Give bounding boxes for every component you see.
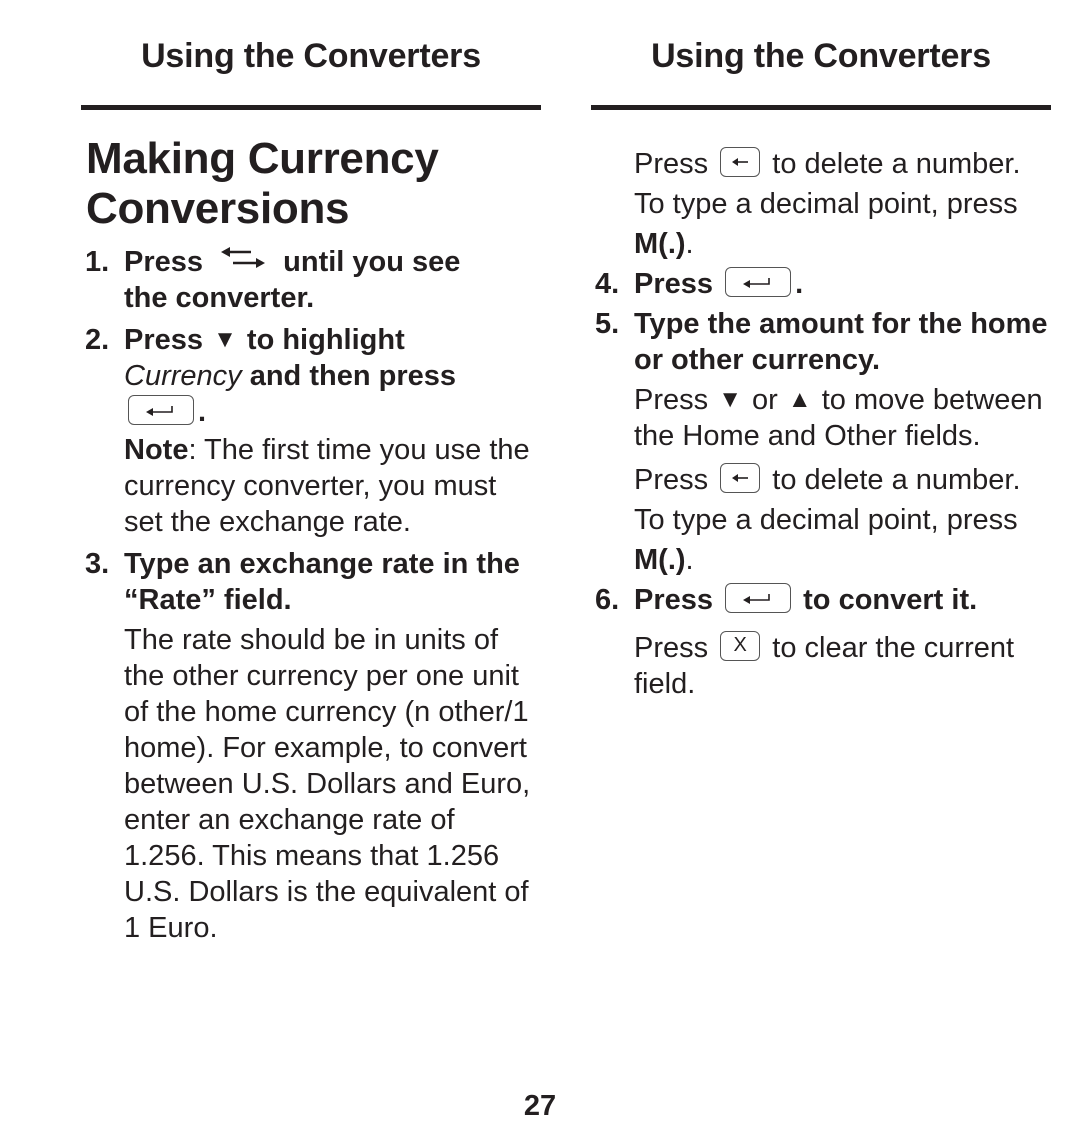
step-5: 5. Type the amount for the home or other… <box>591 306 1051 454</box>
note-text: Press <box>634 464 709 496</box>
enter-key-icon <box>725 267 792 298</box>
running-head: Using the Converters <box>141 37 481 75</box>
enter-key-icon <box>128 395 194 426</box>
step-number: 3. <box>85 548 110 580</box>
step-number: 2. <box>85 324 110 356</box>
step-text: or <box>752 384 778 416</box>
page-title: Making Currency Conversions <box>86 134 541 234</box>
title-line-2: Conversions <box>86 184 350 233</box>
step-text: . <box>795 268 804 300</box>
step-number: 6. <box>595 584 620 616</box>
decimal-key-label: M(.) <box>634 544 686 576</box>
step-text: Press <box>634 268 714 300</box>
step-number: 1. <box>85 246 110 278</box>
step-text: Press <box>634 584 714 616</box>
page-number: 27 <box>523 1090 557 1122</box>
step-3: 3. Type an exchange rate in the “Rate” f… <box>81 546 541 946</box>
enter-key-icon <box>725 583 792 614</box>
step-text: Press <box>634 384 709 416</box>
right-content: Press to delete a number. To type a deci… <box>591 144 1051 702</box>
clear-key-icon: X <box>720 631 761 662</box>
delete-note: Press to delete a number. To type a deci… <box>591 144 1051 264</box>
note-text: . <box>685 228 694 260</box>
note-text: Press <box>634 148 709 180</box>
step-body: The rate should be in units of the other… <box>124 624 531 944</box>
note-label: Note <box>124 434 189 466</box>
step-number: 4. <box>595 268 620 300</box>
step-text: to highlight <box>246 324 405 356</box>
left-content: Making Currency Conversions 1. Press unt… <box>81 134 541 946</box>
delete-note: Press to delete a number. To type a deci… <box>591 460 1051 580</box>
note-text: Press <box>634 632 709 664</box>
down-triangle-icon: ▼ <box>718 386 742 413</box>
menu-item-currency: Currency <box>124 360 242 392</box>
step-text: to convert it. <box>803 584 978 616</box>
backspace-key-icon <box>720 463 761 494</box>
note-text: . <box>685 544 694 576</box>
step-text: Press <box>124 246 204 278</box>
step-text: until you see <box>283 246 461 278</box>
swap-arrows-icon <box>221 242 266 278</box>
step-number: 5. <box>595 308 620 340</box>
step-heading: Type the amount for the home or other cu… <box>634 308 1048 376</box>
step-body: Press ▼ or ▲ to move between the Home an… <box>634 382 1051 454</box>
clear-note: Press X to clear the current field. <box>591 630 1051 702</box>
step-4: 4. Press . <box>591 264 1051 304</box>
step-text: the converter. <box>124 282 315 314</box>
header-rule <box>591 105 1051 110</box>
step-text: Press <box>124 324 204 356</box>
step-2: 2. Press ▼ to highlight Currency and the… <box>81 322 541 540</box>
step-1: 1. Press until you see the converter. <box>81 244 541 316</box>
header-rule <box>81 105 541 110</box>
step-6: 6. Press to convert it. <box>591 580 1051 620</box>
title-line-1: Making Currency <box>86 134 439 183</box>
step-text: . <box>198 396 207 428</box>
down-triangle-icon: ▼ <box>213 326 237 353</box>
running-head: Using the Converters <box>651 37 991 75</box>
note: Note: The first time you use the currenc… <box>124 432 541 540</box>
decimal-key-label: M(.) <box>634 228 686 260</box>
step-heading: Type an exchange rate in the “Rate” fiel… <box>124 548 520 616</box>
backspace-key-icon <box>720 147 761 178</box>
step-text: and then press <box>249 360 456 392</box>
up-triangle-icon: ▲ <box>787 386 812 413</box>
